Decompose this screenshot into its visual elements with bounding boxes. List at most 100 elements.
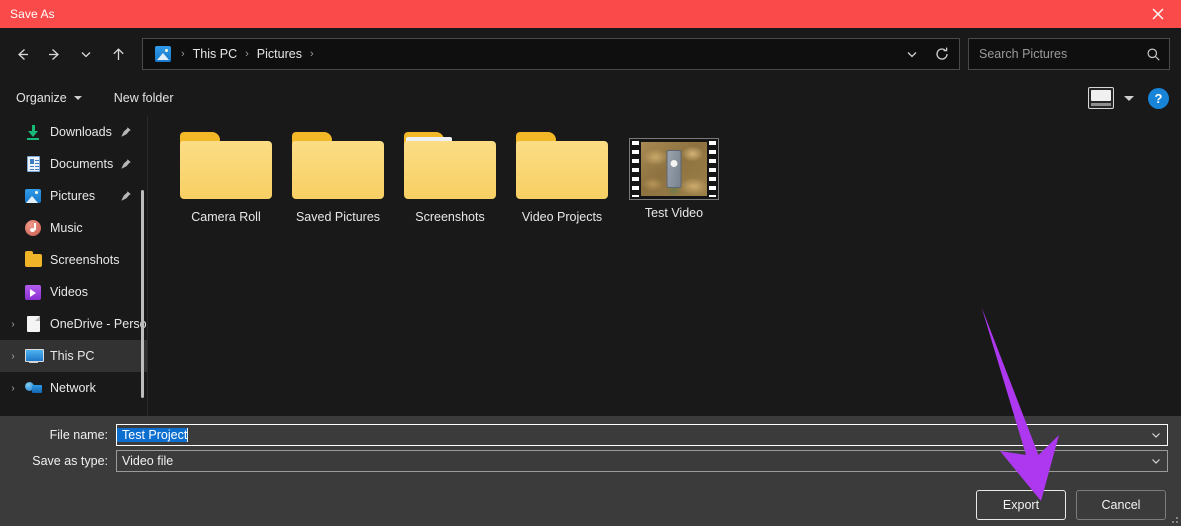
- sidebar-item-label: OneDrive - Perso: [50, 317, 147, 331]
- video-icon: [22, 284, 44, 300]
- up-arrow-icon: [112, 47, 124, 60]
- chevron-down-icon: [1152, 459, 1160, 464]
- text-caret: [187, 428, 189, 442]
- cancel-button[interactable]: Cancel: [1076, 490, 1166, 520]
- file-name-dropdown-button[interactable]: [1145, 425, 1167, 445]
- save-as-dialog: Save As › This PC › Pictures › Search Pi…: [0, 0, 1181, 526]
- chevron-down-icon: [81, 52, 91, 58]
- search-box[interactable]: [968, 38, 1170, 70]
- folder-icon: [514, 132, 610, 204]
- up-button[interactable]: [102, 38, 134, 70]
- recent-locations-button[interactable]: [70, 38, 102, 70]
- sidebar-item-label: Music: [50, 221, 83, 235]
- file-item-label: Video Projects: [521, 210, 603, 224]
- file-item-label: Camera Roll: [191, 210, 261, 224]
- expand-chevron-icon[interactable]: ›: [4, 319, 22, 330]
- file-item-camera-roll[interactable]: Camera Roll: [170, 128, 282, 228]
- file-name-value: Test Project: [117, 428, 188, 442]
- folder-icon: [290, 132, 386, 204]
- help-button[interactable]: ?: [1148, 87, 1169, 109]
- save-as-type-value: Video file: [122, 454, 174, 468]
- navigation-bar: › This PC › Pictures ›: [0, 28, 1181, 80]
- file-list-view[interactable]: Camera Roll Saved Pictures Screenshots V…: [148, 116, 1181, 416]
- sidebar-item-onedrive[interactable]: › OneDrive - Perso: [0, 308, 148, 340]
- network-icon: [22, 381, 44, 395]
- close-icon: [1152, 8, 1164, 20]
- sidebar-item-network[interactable]: › Network: [0, 372, 148, 404]
- file-item-saved-pictures[interactable]: Saved Pictures: [282, 128, 394, 228]
- new-folder-button[interactable]: New folder: [106, 87, 182, 109]
- export-button[interactable]: Export: [976, 490, 1066, 520]
- sidebar-item-label: Network: [50, 381, 96, 395]
- expand-chevron-icon[interactable]: ›: [4, 383, 22, 394]
- forward-arrow-icon: [48, 48, 59, 60]
- save-as-type-label: Save as type:: [32, 454, 108, 468]
- new-folder-label: New folder: [113, 91, 174, 105]
- sidebar-item-videos[interactable]: Videos: [0, 276, 148, 308]
- search-icon: [1146, 47, 1161, 62]
- export-button-label: Export: [1002, 498, 1040, 512]
- chevron-down-icon: [1152, 433, 1160, 438]
- sidebar-item-screenshots[interactable]: Screenshots: [0, 244, 148, 276]
- pictures-icon: [22, 189, 44, 203]
- sidebar-scrollbar[interactable]: [141, 190, 144, 398]
- sidebar-item-label: Documents: [50, 157, 114, 171]
- view-mode-dropdown-button[interactable]: [1124, 95, 1134, 101]
- resize-grip[interactable]: [1168, 513, 1178, 523]
- file-grid: Camera Roll Saved Pictures Screenshots V…: [170, 128, 1181, 228]
- view-mode-icon: [1091, 90, 1111, 101]
- sidebar-item-documents[interactable]: Documents: [0, 148, 148, 180]
- back-button[interactable]: [6, 38, 38, 70]
- pin-icon[interactable]: [120, 158, 132, 170]
- sidebar-item-label: This PC: [50, 349, 95, 363]
- navigation-pane[interactable]: Downloads Documents Pictures Music Scree…: [0, 116, 148, 416]
- breadcrumb-separator: ›: [181, 48, 185, 60]
- expand-chevron-icon[interactable]: ›: [4, 351, 22, 362]
- refresh-button[interactable]: [927, 39, 957, 69]
- save-as-type-select[interactable]: Video file: [116, 450, 1168, 472]
- folder-icon: [402, 132, 498, 204]
- file-item-screenshots[interactable]: Screenshots: [394, 128, 506, 228]
- address-bar[interactable]: › This PC › Pictures ›: [142, 38, 960, 70]
- view-mode-icon-base: [1091, 103, 1111, 106]
- file-name-row: File name: Test Project: [0, 424, 1181, 446]
- music-icon: [22, 220, 44, 236]
- file-name-input[interactable]: Test Project: [116, 424, 1168, 446]
- search-input[interactable]: [979, 47, 1146, 61]
- sidebar-item-music[interactable]: Music: [0, 212, 148, 244]
- sidebar-item-this-pc[interactable]: › This PC: [0, 340, 148, 372]
- sidebar-item-label: Pictures: [50, 189, 96, 203]
- refresh-icon: [936, 47, 948, 60]
- document-icon: [22, 156, 44, 172]
- this-pc-icon: [22, 349, 44, 363]
- title-bar: Save As: [0, 0, 1181, 28]
- back-arrow-icon: [17, 48, 28, 60]
- breadcrumb-item-this-pc[interactable]: This PC: [189, 47, 241, 61]
- folder-icon: [22, 250, 44, 267]
- chevron-down-icon: [907, 52, 917, 58]
- sidebar-item-pictures[interactable]: Pictures: [0, 180, 148, 212]
- close-button[interactable]: [1135, 0, 1181, 28]
- sidebar-item-label: Screenshots: [50, 253, 120, 267]
- file-item-label: Test Video: [644, 206, 704, 220]
- file-item-test-video[interactable]: Test Video: [618, 128, 730, 228]
- onedrive-icon: [22, 316, 44, 332]
- save-as-type-dropdown-button[interactable]: [1145, 451, 1167, 471]
- chevron-down-icon: [73, 96, 82, 100]
- pin-icon[interactable]: [120, 126, 132, 138]
- address-dropdown-button[interactable]: [897, 39, 927, 69]
- view-mode-button[interactable]: [1088, 87, 1114, 109]
- cancel-button-label: Cancel: [1101, 498, 1141, 512]
- pin-icon[interactable]: [120, 190, 132, 202]
- command-toolbar: Organize New folder ?: [0, 80, 1181, 116]
- organize-label: Organize: [16, 91, 67, 105]
- save-as-type-row: Save as type: Video file: [0, 450, 1181, 472]
- sidebar-item-label: Videos: [50, 285, 88, 299]
- forward-button[interactable]: [38, 38, 70, 70]
- breadcrumb-separator: ›: [245, 48, 249, 60]
- file-item-video-projects[interactable]: Video Projects: [506, 128, 618, 228]
- video-thumbnail-icon: [629, 138, 719, 200]
- organize-button[interactable]: Organize: [8, 87, 90, 109]
- sidebar-item-downloads[interactable]: Downloads: [0, 116, 148, 148]
- breadcrumb-item-pictures[interactable]: Pictures: [253, 47, 306, 61]
